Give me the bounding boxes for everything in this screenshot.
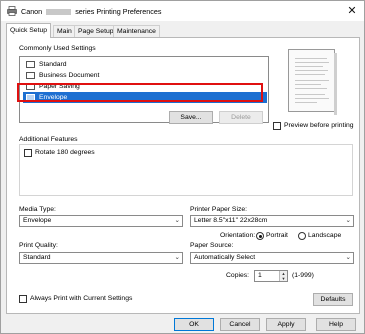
- printer-paper-size-label: Printer Paper Size:: [190, 206, 248, 213]
- paper-source-label: Paper Source:: [190, 242, 234, 249]
- printing-preferences-window: Canon series Printing Preferences ✕ Quic…: [0, 0, 365, 334]
- chevron-down-icon: ⌄: [345, 254, 351, 261]
- copies-label: Copies:: [226, 272, 250, 279]
- chevron-down-icon: ⌄: [345, 217, 351, 224]
- print-quality-select[interactable]: Standard ⌄: [19, 252, 183, 264]
- apply-button[interactable]: Apply: [266, 318, 306, 331]
- list-item-standard[interactable]: Standard: [23, 59, 267, 70]
- spin-arrows-icon[interactable]: ▲ ▼: [279, 271, 287, 281]
- rotate-180-label: Rotate 180 degrees: [35, 149, 95, 156]
- printer-paper-size-select[interactable]: Letter 8.5"x11" 22x28cm ⌄: [190, 215, 354, 227]
- landscape-label: Landscape: [308, 232, 342, 239]
- printer-icon: [7, 6, 17, 16]
- additional-features-label: Additional Features: [19, 136, 78, 143]
- portrait-label: Portrait: [266, 232, 288, 239]
- defaults-button[interactable]: Defaults: [313, 293, 353, 306]
- save-button[interactable]: Save...: [169, 111, 213, 124]
- tab-page-setup[interactable]: Page Setup: [74, 25, 118, 37]
- tab-maintenance[interactable]: Maintenance: [113, 25, 160, 37]
- selection-highlight-box: [17, 83, 263, 102]
- title-prefix: Canon: [21, 7, 43, 16]
- landscape-radio[interactable]: [298, 232, 306, 240]
- tab-quick-setup[interactable]: Quick Setup: [6, 23, 52, 38]
- printer-paper-size-value: Letter 8.5"x11" 22x28cm: [194, 217, 268, 224]
- tab-main[interactable]: Main: [53, 25, 76, 37]
- additional-features-box: Rotate 180 degrees: [19, 144, 353, 196]
- redacted-model: [46, 9, 72, 16]
- rotate-180-checkbox[interactable]: [24, 149, 32, 157]
- commonly-used-label: Commonly Used Settings: [19, 45, 96, 52]
- preview-before-printing-checkbox[interactable]: [273, 122, 281, 130]
- ok-button[interactable]: OK: [174, 318, 214, 331]
- media-type-select[interactable]: Envelope ⌄: [19, 215, 183, 227]
- delete-button[interactable]: Delete: [219, 111, 263, 124]
- document-icon: [26, 61, 35, 68]
- copies-range: (1-999): [292, 272, 314, 279]
- paper-source-select[interactable]: Automatically Select ⌄: [190, 252, 354, 264]
- chevron-down-icon: ⌄: [174, 217, 180, 224]
- chevron-down-icon: ⌄: [174, 254, 180, 261]
- quick-setup-panel: Commonly Used Settings Standard Business…: [6, 37, 360, 314]
- close-button[interactable]: ✕: [346, 5, 358, 17]
- document-icon: [26, 72, 35, 79]
- title-suffix: series Printing Preferences: [75, 7, 162, 16]
- paper-source-value: Automatically Select: [194, 254, 256, 261]
- paper-preview-image: [288, 49, 337, 115]
- copies-stepper[interactable]: 1 ▲ ▼: [254, 270, 288, 282]
- title-bar: Canon series Printing Preferences ✕: [1, 1, 364, 21]
- media-type-value: Envelope: [23, 217, 52, 224]
- always-print-label: Always Print with Current Settings: [30, 295, 133, 302]
- print-quality-value: Standard: [23, 254, 51, 261]
- orientation-label: Orientation:: [220, 232, 256, 239]
- print-quality-label: Print Quality:: [19, 242, 58, 249]
- help-button[interactable]: Help: [316, 318, 356, 331]
- list-item-label: Business Document: [39, 72, 100, 79]
- cancel-button[interactable]: Cancel: [220, 318, 260, 331]
- list-item-business-document[interactable]: Business Document: [23, 70, 267, 81]
- preview-before-printing-label: Preview before printing: [284, 122, 354, 129]
- tab-bar: Quick Setup Main Page Setup Maintenance: [6, 23, 361, 38]
- copies-value: 1: [258, 272, 262, 279]
- portrait-radio[interactable]: [256, 232, 264, 240]
- window-title: Canon series Printing Preferences: [21, 7, 161, 16]
- media-type-label: Media Type:: [19, 206, 56, 213]
- always-print-checkbox[interactable]: [19, 295, 27, 303]
- list-item-label: Standard: [39, 61, 67, 68]
